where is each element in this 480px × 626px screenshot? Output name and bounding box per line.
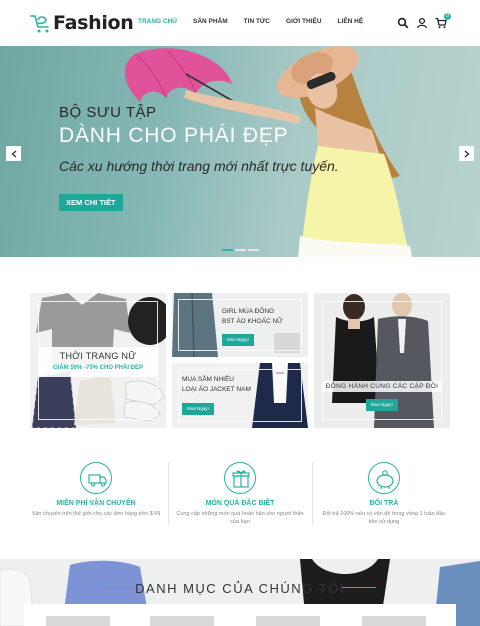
feature-divider <box>312 462 313 524</box>
main-nav: TRANG CHỦ SẢN PHẨM TIN TỨC GIỚI THIỆU LI… <box>138 18 379 25</box>
promo-women-subtitle: GIẢM 50% -70% CHO PHÁI ĐẸP <box>52 365 144 371</box>
feature-description: Đổi trả 100% nếu có vấn đề trong vòng 1 … <box>322 511 446 525</box>
slider-dot[interactable] <box>235 249 246 251</box>
promo-couple-buy-button[interactable]: Mua Ngay! <box>366 399 398 411</box>
category-thumbnail[interactable] <box>362 616 426 626</box>
feature-returns: ĐỔI TRẢ Đổi trả 100% nếu có vấn đề trong… <box>314 462 454 526</box>
logo-cart-icon <box>30 12 52 34</box>
slider-prev-button[interactable] <box>6 146 21 161</box>
hero-subtitle: Các xu hướng thời trang mới nhất trực tu… <box>59 158 339 174</box>
nav-item-home[interactable]: TRANG CHỦ <box>138 18 177 25</box>
hero-title: DÀNH CHO PHÁI ĐẸP <box>59 124 289 147</box>
promo-women-title: THỜI TRANG NỮ <box>59 351 137 361</box>
slider-dots <box>222 249 261 251</box>
category-thumbnail[interactable] <box>46 616 110 626</box>
promo-winter-jacket[interactable]: GIRL MÙA ĐÔNG BST ÁO KHOÁC NỮ Mua Ngay! <box>172 293 308 357</box>
promo-men-line2: LOẠI ÁO JACKET NAM <box>182 386 251 393</box>
user-icon[interactable] <box>416 16 428 29</box>
promo-couples[interactable]: ĐỒNG HÀNH CÙNG CÁC CẶP ĐÔI Mua Ngay! <box>314 293 450 428</box>
gift-icon <box>224 462 256 494</box>
category-title: DANH MỤC CỦA CHÚNG TÔI <box>135 581 345 596</box>
promo-women-fashion[interactable]: THỜI TRANG NỮ GIẢM 50% -70% CHO PHÁI ĐẸP <box>30 293 166 428</box>
slider-next-button[interactable] <box>459 146 474 161</box>
hero-model-image <box>124 46 412 257</box>
logo[interactable]: Fashion <box>30 10 134 36</box>
promo-women-caption: THỜI TRANG NỮ GIẢM 50% -70% CHO PHÁI ĐẸP <box>38 347 158 377</box>
promo-jacket-buy-button[interactable]: Mua Ngay! <box>222 334 254 346</box>
piggy-bank-icon <box>368 462 400 494</box>
nav-item-about[interactable]: GIỚI THIỆU <box>286 18 322 25</box>
promo-men-buy-button[interactable]: Mua Ngay! <box>182 403 214 415</box>
chevron-right-icon <box>464 149 470 158</box>
promo-couple-caption: ĐỒNG HÀNH CÙNG CÁC CẶP ĐÔI <box>322 381 442 392</box>
cart-count-badge: 0 <box>444 13 451 20</box>
category-thumbnail[interactable] <box>256 616 320 626</box>
nav-item-products[interactable]: SẢN PHẨM <box>193 18 228 25</box>
nav-item-news[interactable]: TIN TỨC <box>244 18 270 25</box>
hero-kicker: BỘ SƯU TẬP <box>59 104 157 121</box>
feature-divider <box>168 462 169 524</box>
logo-text: Fashion <box>53 12 134 34</box>
feature-free-shipping: MIỄN PHÍ VẬN CHUYỂN Vận chuyển trên thế … <box>26 462 166 518</box>
site-header: Fashion TRANG CHỦ SẢN PHẨM TIN TỨC GIỚI … <box>0 0 480 46</box>
promo-couple-title: ĐỒNG HÀNH CÙNG CÁC CẶP ĐÔI <box>322 381 442 392</box>
promo-jacket-text: GIRL MÙA ĐÔNG BST ÁO KHOÁC NỮ <box>222 307 283 327</box>
feature-special-gift: MÓN QUÀ ĐẶC BIỆT Cung cấp những món quà … <box>170 462 310 526</box>
feature-description: Cung cấp những món quà hoàn hảo cho ngườ… <box>176 511 304 525</box>
truck-icon <box>80 462 112 494</box>
feature-description: Vận chuyển trên thế giới cho các đơn hàn… <box>31 511 161 517</box>
promo-men-jacket[interactable]: MUA SẮM NHIỀU LOẠI ÁO JACKET NAM Mua Nga… <box>172 363 308 428</box>
promo-men-text: MUA SẮM NHIỀU LOẠI ÁO JACKET NAM <box>182 375 251 395</box>
cart-icon[interactable]: 0 <box>435 13 451 29</box>
hero-cta-button[interactable]: XEM CHI TIẾT <box>59 194 123 211</box>
promo-men-line1: MUA SẮM NHIỀU <box>182 376 235 383</box>
nav-item-contact[interactable]: LIÊN HỆ <box>338 18 364 25</box>
slider-dot[interactable] <box>222 249 233 251</box>
feature-title: ĐỔI TRẢ <box>369 500 399 507</box>
promo-jacket-line1: GIRL MÙA ĐÔNG <box>222 308 275 315</box>
feature-title: MÓN QUÀ ĐẶC BIỆT <box>205 500 275 507</box>
search-icon[interactable] <box>397 16 409 29</box>
category-thumbnail[interactable] <box>150 616 214 626</box>
chevron-left-icon <box>10 149 16 158</box>
slider-dot[interactable] <box>248 249 259 251</box>
header-actions: 0 <box>390 13 451 29</box>
feature-title: MIỄN PHÍ VẬN CHUYỂN <box>56 500 136 507</box>
hero-slider: BỘ SƯU TẬP DÀNH CHO PHÁI ĐẸP Các xu hướn… <box>0 46 480 257</box>
promo-jacket-line2: BST ÁO KHOÁC NỮ <box>222 318 283 325</box>
